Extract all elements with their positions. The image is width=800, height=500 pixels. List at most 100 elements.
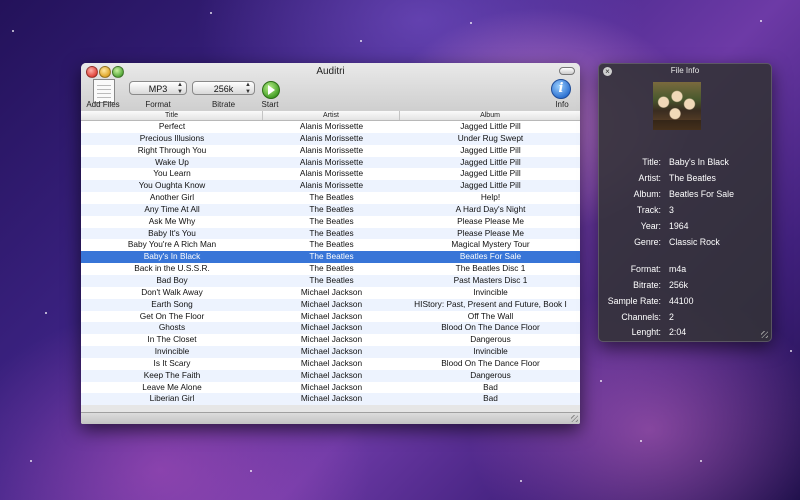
table-row[interactable]: Is It Scary Michael Jackson Blood On The D… [81, 357, 580, 370]
table-row[interactable]: Ghosts Michael Jackson Blood On The Dance … [81, 322, 580, 335]
cell-artist: Michael Jackson [300, 310, 363, 321]
table-row[interactable]: Bad Boy The Beatles Past Masters Disc 1 [81, 274, 580, 287]
table-row[interactable]: You Oughta Know Alanis Morissette Jagged L… [81, 180, 580, 193]
table-row[interactable]: Baby It's You The Beatles Please Please Me [81, 227, 580, 240]
cell-title: In The Closet [147, 334, 197, 345]
cell-album: Jagged Little Pill [460, 121, 521, 131]
start-button[interactable] [262, 81, 280, 99]
cell-artist: Alanis Morissette [299, 121, 364, 131]
cell-artist: The Beatles [309, 192, 354, 203]
panel-title: File Info [670, 66, 700, 75]
cell-artist: The Beatles [309, 227, 354, 238]
table-row[interactable]: Another Girl The Beatles Help! [81, 192, 580, 204]
table-row[interactable]: Ask Me Why The Beatles Please Please Me [81, 215, 580, 228]
updown-arrows-icon: ▲ ▼ [177, 82, 183, 95]
info-value: 2:04 [669, 327, 687, 337]
cell-artist: The Beatles [309, 215, 354, 226]
table-row[interactable]: Get On The Floor Michael Jackson Off The W… [81, 310, 580, 323]
cell-artist: Michael Jackson [300, 357, 363, 368]
toolbar-toggle-button[interactable] [559, 67, 575, 75]
cell-artist: Michael Jackson [300, 298, 363, 309]
info-value: Beatles For Sale [669, 189, 735, 199]
resize-grip-icon[interactable] [761, 331, 768, 338]
cell-artist: Michael Jackson [300, 346, 363, 357]
table-row[interactable]: Invincible Michael Jackson Invincible [81, 346, 580, 358]
info-row: Artist: The Beatles [599, 172, 771, 184]
info-key: Format: [630, 264, 661, 274]
cell-title: You Learn [153, 168, 191, 179]
cell-album: Help! [480, 192, 501, 203]
info-row: Year: 1964 [599, 220, 771, 232]
cell-title: Earth Song [151, 298, 193, 309]
horizontal-scrollbar[interactable] [81, 412, 580, 424]
info-row: Bitrate: 256k [599, 279, 771, 291]
table-row[interactable]: Right Through You Alanis Morissette Jagged… [81, 144, 580, 157]
cell-artist: Michael Jackson [300, 393, 363, 404]
table-row[interactable]: Perfect Alanis Morissette Jagged Little Pi… [81, 121, 580, 133]
cell-title: Keep The Faith [143, 369, 201, 380]
bitrate-select[interactable]: 256k ▲ ▼ [192, 81, 255, 95]
cell-album: The Beatles Disc 1 [455, 263, 526, 274]
cell-album: Magical Mystery Tour [451, 239, 530, 250]
table-row[interactable]: Baby You're A Rich Man The Beatles Magical… [81, 239, 580, 252]
cell-album: Please Please Me [457, 227, 524, 238]
table-row[interactable]: Earth Song Michael Jackson HIStory: Past, … [81, 298, 580, 311]
cell-artist: Michael Jackson [300, 381, 363, 392]
cell-album: Blood On The Dance Floor [441, 357, 540, 368]
table-row[interactable]: Don't Walk Away Michael Jackson Invincible [81, 286, 580, 299]
format-select[interactable]: MP3 ▲ ▼ [129, 81, 187, 95]
table-header: Title Artist Album [81, 111, 580, 121]
column-header-artist[interactable]: Artist [263, 111, 400, 120]
column-header-title[interactable]: Title [81, 111, 263, 120]
info-value: 1964 [669, 221, 689, 231]
info-value: 2 [669, 312, 674, 322]
info-key: Sample Rate: [607, 296, 661, 306]
table-row[interactable]: You Learn Alanis Morissette Jagged Little … [81, 168, 580, 181]
table-row[interactable]: In The Closet Michael Jackson Dangerous [81, 334, 580, 347]
cell-album: HIStory: Past, Present and Future, Book … [414, 298, 567, 309]
start-label: Start [261, 100, 279, 109]
table-row[interactable]: Back in the U.S.S.R. The Beatles The Beatl… [81, 263, 580, 275]
cell-artist: Michael Jackson [300, 322, 363, 333]
table-row[interactable]: Keep The Faith Michael Jackson Dangerous [81, 369, 580, 382]
column-header-album[interactable]: Album [400, 111, 580, 120]
resize-grip-icon[interactable] [571, 415, 578, 422]
cell-title: Another Girl [149, 192, 195, 203]
table-row[interactable]: Liberian Girl Michael Jackson Bad [81, 393, 580, 406]
info-key: Channels: [621, 312, 661, 322]
table-row[interactable]: Wake Up Alanis Morissette Jagged Little Pi… [81, 156, 580, 169]
cell-album: Bad [483, 393, 498, 404]
track-table: Perfect Alanis Morissette Jagged Little Pi… [81, 121, 580, 406]
cell-artist: The Beatles [309, 274, 354, 285]
info-key: Album: [633, 189, 661, 199]
cell-album: Off The Wall [467, 310, 514, 321]
cell-title: Precious Illusions [139, 132, 205, 143]
cell-title: Baby's In Black [143, 251, 201, 262]
cell-title: Invincible [154, 346, 190, 357]
info-row: Genre: Classic Rock [599, 236, 771, 248]
bitrate-label: Bitrate [211, 100, 236, 109]
info-button[interactable]: i [551, 79, 571, 99]
table-row[interactable]: Precious Illusions Alanis Morissette Under… [81, 132, 580, 145]
table-row[interactable]: Leave Me Alone Michael Jackson Bad [81, 381, 580, 394]
info-value: Classic Rock [669, 237, 720, 247]
cell-artist: Michael Jackson [300, 286, 363, 297]
info-row: Title: Baby's In Black [599, 156, 771, 168]
cell-album: Jagged Little Pill [460, 156, 521, 167]
cell-artist: Michael Jackson [300, 369, 363, 380]
cell-album: Jagged Little Pill [460, 144, 521, 155]
cell-album: Beatles For Sale [459, 251, 522, 262]
info-key: Artist: [638, 173, 661, 183]
table-row[interactable]: Any Time At All The Beatles A Hard Day's N… [81, 203, 580, 216]
updown-arrows-icon: ▲ ▼ [245, 82, 251, 95]
cell-album: Blood On The Dance Floor [441, 322, 540, 333]
cell-title: Liberian Girl [149, 393, 195, 404]
table-row[interactable]: Baby's In Black The Beatles Beatles For Sa… [81, 251, 580, 264]
info-label: Info [555, 100, 569, 109]
cell-title: Back in the U.S.S.R. [134, 263, 210, 274]
info-value: 3 [669, 205, 674, 215]
format-label: Format [145, 100, 171, 109]
auditri-window: Auditri Add Files MP3 ▲ ▼ Format 256k ▲ ▼ … [81, 63, 580, 424]
cell-album: A Hard Day's Night [455, 203, 526, 214]
cell-album: Dangerous [470, 369, 511, 380]
